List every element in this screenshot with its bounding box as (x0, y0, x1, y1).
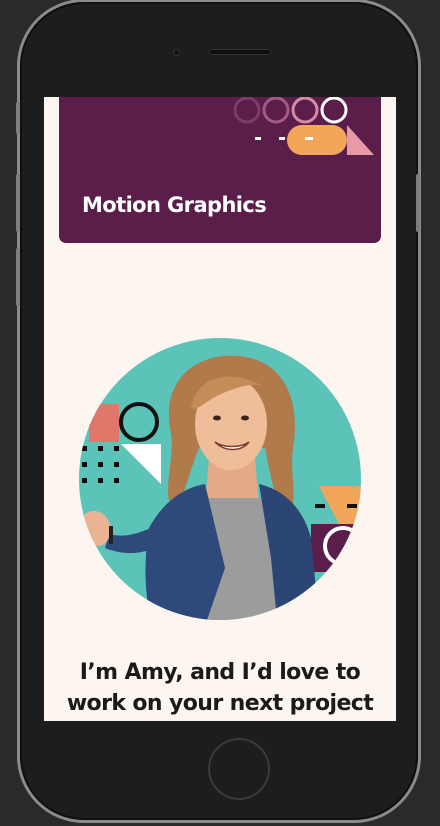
home-button[interactable] (210, 740, 268, 798)
triangle-shape-icon (347, 125, 374, 155)
pill-shape-icon (287, 125, 347, 155)
dot-grid-icon (82, 446, 119, 483)
intro-headline: I’m Amy, and I’d love to work on your ne… (44, 657, 396, 719)
ring-shape-icon (320, 97, 348, 124)
triangle-shape-icon (121, 444, 161, 484)
volume-down-button (16, 248, 20, 306)
card-title: Motion Graphics (82, 193, 267, 217)
card-decoration (233, 97, 374, 155)
ring-shape-icon (119, 402, 159, 442)
ring-shape-icon (233, 97, 261, 124)
mute-switch (16, 102, 20, 134)
eye (241, 415, 249, 421)
coral-block (89, 404, 119, 442)
front-camera (173, 49, 180, 56)
dash-shape (255, 137, 261, 140)
headline-line-1: I’m Amy, and I’d love to (79, 660, 361, 685)
headline-line-2: work on your next project (66, 691, 374, 716)
screen: Motion Graphics I’m Amy, and I’d love to… (44, 97, 396, 721)
eye (213, 415, 221, 421)
dash-shape (347, 504, 357, 508)
hand (83, 510, 111, 547)
dash-shape (305, 137, 313, 140)
dash-shape (315, 504, 325, 508)
service-card-motion-graphics[interactable]: Motion Graphics (59, 97, 381, 243)
dash-shape (279, 137, 285, 140)
volume-up-button (16, 174, 20, 232)
arm (105, 528, 159, 554)
portrait-illustration (82, 355, 361, 620)
profile-portrait (79, 338, 361, 620)
bracelet (109, 526, 113, 544)
earpiece-speaker (209, 49, 271, 55)
ring-shape-icon (262, 97, 290, 124)
power-button (416, 174, 420, 232)
ring-shape-icon (291, 97, 319, 124)
